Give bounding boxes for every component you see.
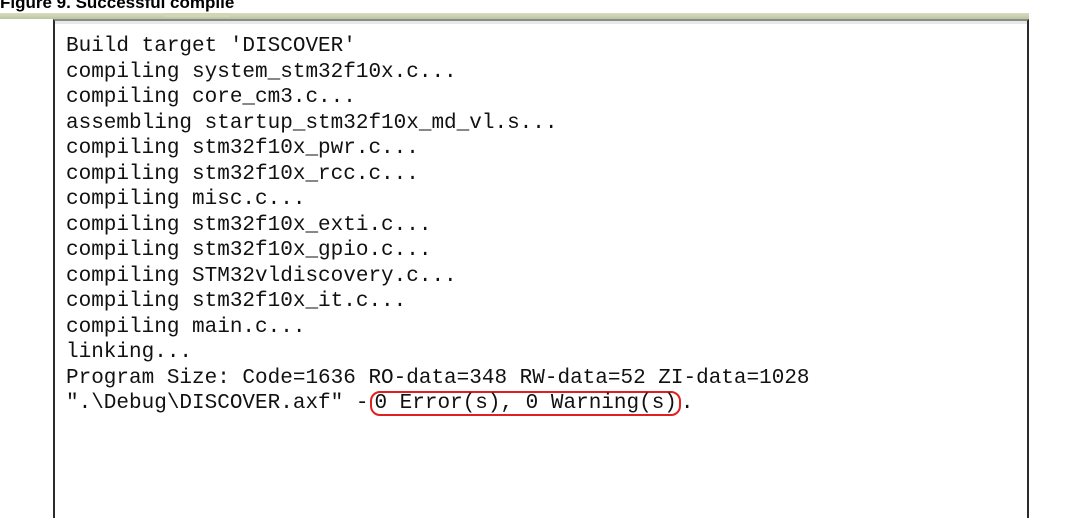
log-line: compiling system_stm32f10x.c... (66, 60, 457, 84)
log-line: compiling stm32f10x_exti.c... (66, 213, 432, 237)
build-log: Build target 'DISCOVER' compiling system… (66, 34, 810, 417)
log-line-result: ".\Debug\DISCOVER.axf" -0 Error(s), 0 Wa… (66, 391, 810, 417)
log-line: compiling core_cm3.c... (66, 86, 356, 109)
figure-caption-text: Figure 9. Successful compile (0, 0, 235, 12)
log-line: compiling stm32f10x_pwr.c... (66, 137, 419, 160)
log-line: Program Size: Code=1636 RO-data=348 RW-d… (66, 366, 810, 390)
log-line: compiling main.c... (66, 315, 306, 339)
figure-caption: Figure 9. Successful compile (0, 0, 260, 13)
log-line: linking... (66, 341, 193, 364)
log-line: compiling misc.c... (66, 188, 306, 211)
log-line: compiling stm32f10x_gpio.c... (66, 239, 432, 262)
log-line: compiling stm32f10x_it.c... (66, 290, 407, 313)
result-suffix: . (680, 392, 694, 415)
log-line: assembling startup_stm32f10x_md_vl.s... (66, 111, 558, 135)
build-output-window[interactable]: Build target 'DISCOVER' compiling system… (53, 19, 1029, 518)
result-prefix: ".\Debug\DISCOVER.axf" - (66, 392, 369, 415)
window-top-bar-accent (165, 13, 230, 17)
log-line: Build target 'DISCOVER' (66, 35, 356, 58)
log-line: compiling stm32f10x_rcc.c... (66, 162, 419, 186)
log-line: compiling STM32vldiscovery.c... (66, 264, 457, 288)
result-highlight: 0 Error(s), 0 Warning(s) (370, 391, 681, 416)
